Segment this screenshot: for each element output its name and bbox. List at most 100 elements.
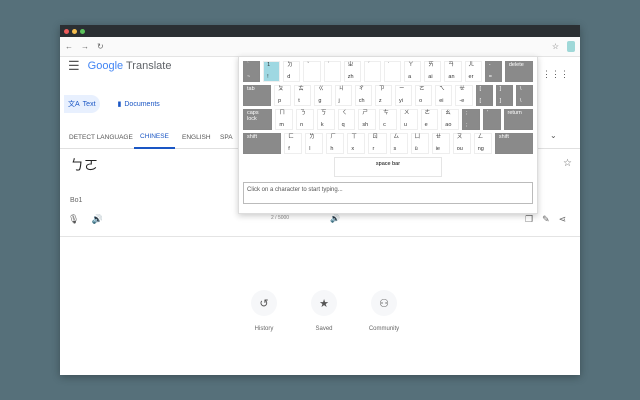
key[interactable]: ˋ (323, 61, 341, 82)
share-icon[interactable]: ⋖ (559, 214, 567, 225)
key[interactable]: return (503, 109, 533, 130)
key[interactable]: ㄨu (399, 109, 418, 130)
key[interactable]: ㄜe (420, 109, 439, 130)
key-latin: ai (428, 73, 433, 80)
key[interactable]: ㄌl (305, 133, 324, 154)
key[interactable]: ;; (462, 109, 480, 130)
key[interactable]: ㄟ ei (435, 85, 453, 106)
key[interactable]: ㄙs (389, 133, 408, 154)
bookmark-star-icon[interactable]: ☆ (552, 42, 559, 51)
key[interactable]: ㄆp (274, 85, 292, 106)
key-char: ㄦ (468, 62, 475, 68)
key[interactable]: ㄢ an (444, 61, 462, 82)
speaker-icon[interactable]: 🔊 (91, 214, 102, 225)
key[interactable]: ㄗz (374, 85, 392, 106)
forward-icon[interactable]: → (81, 42, 89, 51)
key[interactable]: ㄊt (294, 85, 312, 106)
saved-star-icon: ★ (311, 290, 337, 316)
tab-english[interactable]: ENGLISH (182, 127, 211, 149)
key[interactable]: [[ (475, 85, 493, 106)
key[interactable]: ㄦ er (464, 61, 482, 82)
key[interactable]: tab (243, 85, 272, 106)
key-latin: ng (477, 145, 484, 152)
key[interactable]: ㄧ yi (394, 85, 413, 106)
key[interactable]: ㄛo (415, 85, 433, 106)
key[interactable]: ㄇm (275, 109, 294, 130)
key[interactable]: \ \ (515, 85, 533, 106)
key[interactable]: delete (504, 61, 533, 82)
back-icon[interactable]: ← (65, 42, 73, 51)
key[interactable]: ㄚa (404, 61, 422, 82)
apps-grid-icon[interactable]: ⋮⋮⋮ (542, 69, 569, 80)
key-latin: f (288, 145, 290, 152)
key[interactable]: ㄞ ai (424, 61, 442, 82)
key[interactable]: 1! (263, 61, 281, 82)
key[interactable]: ` ~ (243, 61, 261, 82)
key[interactable]: shift (494, 133, 533, 154)
chevron-down-icon[interactable]: ⌄ (550, 131, 557, 140)
key[interactable]: ˙ (383, 61, 402, 82)
tab-detect-language[interactable]: DETECT LANGUAGE (69, 127, 133, 149)
key[interactable]: ㄑq (337, 109, 356, 130)
key[interactable]: ㄔ ch (354, 85, 372, 106)
community-button[interactable]: ⚇ Community (365, 290, 403, 332)
key[interactable]: ㄈf (284, 133, 303, 154)
keyboard-extension-icon[interactable] (567, 41, 575, 52)
key-latin: ao (445, 121, 452, 128)
keyboard-row: caps lock ㄇ m ㄋ n ㄎ k ㄑ q ㄕ sh ㄘ c ㄨ u ㄜ e ㄠ ao;; ' return (243, 109, 533, 130)
key[interactable]: ' (482, 109, 501, 130)
keyboard-input[interactable]: Click on a character to start typing... (243, 182, 533, 204)
space-bar-key[interactable]: space bar (334, 157, 442, 177)
key[interactable]: ㄥ ng (473, 133, 492, 154)
key[interactable]: ㄋn (296, 109, 314, 130)
key-char: ˊ (367, 62, 370, 68)
key[interactable]: - = (484, 61, 502, 82)
tab-spanish[interactable]: SPA (220, 127, 233, 149)
key[interactable]: ˇ (303, 61, 321, 82)
saved-label: Saved (315, 326, 333, 332)
key[interactable]: ㄉd (283, 61, 301, 82)
key[interactable]: ㄒx (347, 133, 366, 154)
star-icon[interactable]: ☆ (563, 158, 572, 169)
key[interactable]: ㄘc (379, 109, 397, 130)
source-text[interactable]: ㄅㄛ (70, 155, 98, 175)
logo[interactable]: Google Translate (88, 60, 172, 72)
microphone-icon[interactable]: 🎙 (68, 214, 79, 225)
key[interactable]: ]] (495, 85, 513, 106)
close-button[interactable] (64, 28, 69, 34)
keyboard-row: tab ㄆ p ㄊ t ㄍ g ㄐ j ㄔ ch ㄗ z ㄧ yi ㄛ o ㄟ ei ㄝ -e[[]] \ \ (243, 85, 533, 106)
key[interactable]: ㄝ -e (455, 85, 473, 106)
speaker-icon[interactable]: 🔊 (330, 214, 340, 223)
key[interactable]: ㄕ sh (358, 109, 377, 130)
tab-chinese[interactable]: CHINESE (134, 127, 175, 149)
key-char: ㄐ (338, 86, 345, 92)
reload-icon[interactable]: ↻ (97, 42, 104, 51)
key[interactable]: ㄏh (326, 133, 345, 154)
mode-text[interactable]: 文A Text (64, 95, 100, 113)
key[interactable]: ㄡ ou (452, 133, 471, 154)
key[interactable]: ㄎk (316, 109, 335, 130)
key-char: ˇ (307, 62, 310, 68)
key[interactable]: ㄍg (314, 85, 332, 106)
saved-button[interactable]: ★ Saved (305, 290, 343, 332)
key[interactable]: ㄠ ao (441, 109, 460, 130)
key[interactable]: caps lock (243, 109, 273, 130)
key[interactable]: shift (243, 133, 282, 154)
key[interactable]: ㄖr (368, 133, 387, 154)
edit-icon[interactable]: ✎ (542, 214, 550, 225)
copy-icon[interactable]: ❐ (525, 214, 533, 225)
key-latin: er (468, 73, 474, 80)
minimize-button[interactable] (72, 28, 77, 34)
maximize-button[interactable] (80, 28, 85, 34)
mode-documents[interactable]: ▮ Documents (114, 95, 164, 113)
key[interactable]: ㄩü (410, 133, 429, 154)
key-char: ㄞ (428, 62, 434, 68)
key-char: ` (247, 62, 249, 68)
key[interactable]: ㄐj (334, 85, 352, 106)
key[interactable]: ㄝ ie (431, 133, 450, 154)
key[interactable]: ˊ (363, 61, 381, 82)
key[interactable]: ㄓ zh (343, 61, 361, 82)
menu-icon[interactable]: ☰ (68, 58, 80, 74)
history-button[interactable]: ↺ History (245, 290, 283, 332)
key-char: ㄊ (298, 86, 304, 92)
